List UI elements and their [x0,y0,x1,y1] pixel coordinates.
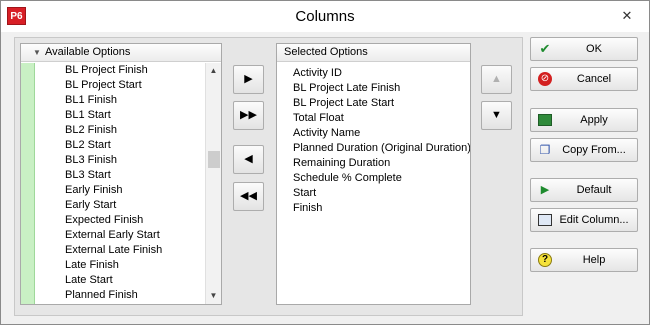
ok-button[interactable]: ✔ OK [530,37,638,61]
edit-column-button[interactable]: Edit Column... [530,208,638,232]
default-label: Default [576,184,612,196]
scroll-up-icon[interactable]: ▲ [206,63,221,79]
list-item[interactable]: Planned Duration (Original Duration) [277,141,470,156]
apply-label: Apply [580,114,608,126]
move-up-button[interactable]: ▲ [481,65,512,94]
apply-button[interactable]: Apply [530,108,638,132]
play-icon: ▶ [540,184,550,196]
list-item[interactable]: Schedule % Complete [277,171,470,186]
available-options-header[interactable]: ▼ Available Options [21,44,221,62]
list-item[interactable]: BL1 Finish [36,93,206,108]
list-item[interactable]: Expected Finish [36,213,206,228]
available-items: BL Project Finish BL Project Start BL1 F… [36,63,206,304]
list-item[interactable]: Early Start [36,198,206,213]
available-options-title: Available Options [45,46,131,58]
title-bar[interactable]: P6 Columns ✕ [1,1,649,32]
columns-dialog: P6 Columns ✕ ▼ Available Options BL Proje… [0,0,650,325]
list-item[interactable]: Activity Name [277,126,470,141]
list-item[interactable]: BL Project Late Start [277,96,470,111]
list-item[interactable]: Finish [277,201,470,216]
list-item[interactable]: BL Project Late Finish [277,81,470,96]
list-item[interactable]: BL Project Start [36,78,206,93]
list-item[interactable]: Late Start [36,273,206,288]
ok-label: OK [586,43,602,55]
cancel-button[interactable]: ⊘ Cancel [530,67,638,91]
selected-options-list[interactable]: Selected Options Activity ID BL Project … [276,43,471,305]
list-item[interactable]: BL3 Start [36,168,206,183]
list-item[interactable]: Remaining Duration [277,156,470,171]
list-item[interactable]: BL1 Start [36,108,206,123]
list-item[interactable]: Planned Finish [36,288,206,303]
list-item[interactable]: Late Finish [36,258,206,273]
list-item[interactable]: BL2 Start [36,138,206,153]
add-all-button[interactable]: ▶▶ [233,101,264,130]
list-item[interactable]: Early Finish [36,183,206,198]
close-button[interactable]: ✕ [613,5,641,27]
cancel-label: Cancel [576,73,612,85]
copy-icon: ❐ [539,143,551,157]
remove-button[interactable]: ◀ [233,145,264,174]
list-item[interactable]: External Early Start [36,228,206,243]
no-entry-icon: ⊘ [538,72,552,86]
collapse-caret-icon[interactable]: ▼ [33,44,43,61]
copy-from-button[interactable]: ❐ Copy From... [530,138,638,162]
apply-icon [538,114,552,126]
move-down-button[interactable]: ▼ [481,101,512,130]
available-scrollbar[interactable]: ▲ ▼ [205,63,221,304]
available-options-list[interactable]: ▼ Available Options BL Project Finish BL … [20,43,222,305]
selected-options-header: Selected Options [277,44,470,62]
edit-column-label: Edit Column... [559,214,629,226]
default-button[interactable]: ▶ Default [530,178,638,202]
list-item[interactable]: Start [277,186,470,201]
list-item[interactable]: Activity ID [277,66,470,81]
help-button[interactable]: ? Help [530,248,638,272]
remove-all-button[interactable]: ◀◀ [233,182,264,211]
list-item[interactable]: BL3 Finish [36,153,206,168]
list-item[interactable]: BL2 Finish [36,123,206,138]
checkmark-icon: ✔ [539,41,551,56]
window-title: Columns [295,8,355,25]
selected-items: Activity ID BL Project Late Finish BL Pr… [277,66,470,304]
help-icon: ? [538,253,552,267]
list-item[interactable]: External Late Finish [36,243,206,258]
scroll-thumb[interactable] [208,151,220,168]
scroll-down-icon[interactable]: ▼ [206,288,221,304]
list-item[interactable]: BL Project Finish [36,63,206,78]
help-label: Help [582,254,606,266]
add-button[interactable]: ▶ [233,65,264,94]
tree-indent-stripe [21,63,35,304]
edit-column-icon [538,214,552,226]
list-item[interactable]: Total Float [277,111,470,126]
copy-from-label: Copy From... [562,144,626,156]
